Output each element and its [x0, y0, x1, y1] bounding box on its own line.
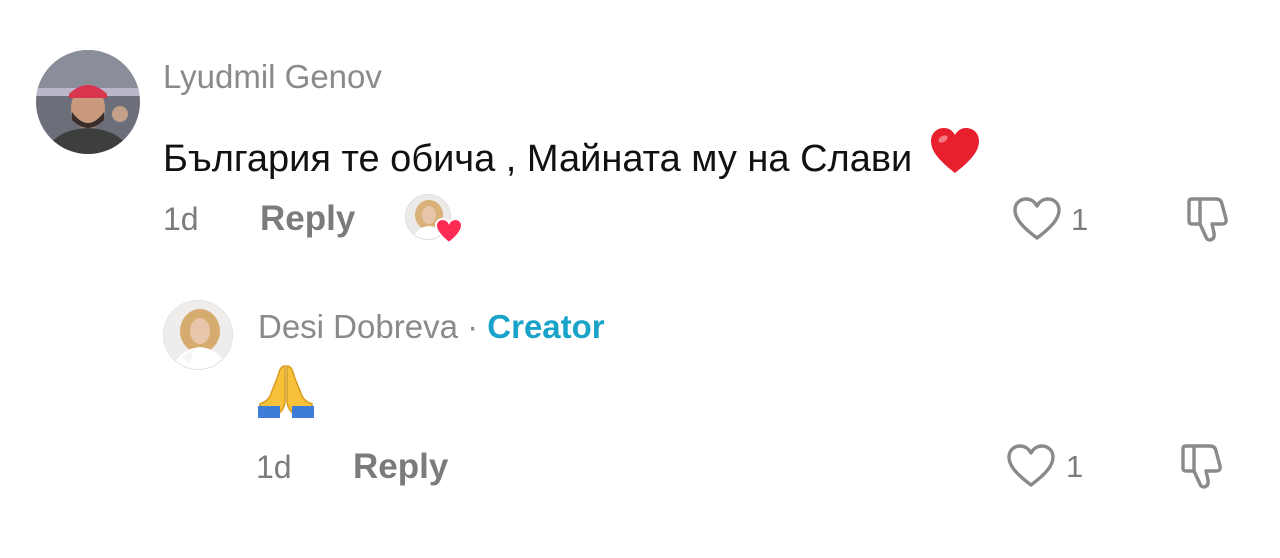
red-heart-emoji-icon: [929, 127, 981, 182]
comment-text-body: България те обича , Майната му на Слави: [163, 138, 913, 180]
reply-timestamp: 1d: [256, 449, 292, 485]
reply-button[interactable]: Reply: [353, 449, 448, 484]
separator-dot: ·: [467, 308, 479, 345]
avatar-desi-dobreva[interactable]: [163, 300, 233, 370]
like-heart-icon[interactable]: [1011, 196, 1063, 247]
reply-username[interactable]: Desi Dobreva: [258, 308, 458, 345]
reply-header: Desi Dobreva · Creator: [258, 310, 605, 343]
dislike-thumbs-down-icon[interactable]: [1178, 440, 1230, 497]
comment-text: България те обича , Майната му на Слави: [163, 127, 981, 182]
avatar-lyudmil-genov[interactable]: [36, 50, 140, 154]
heart-badge-icon: [434, 217, 464, 249]
creator-liked-badge: [405, 194, 465, 245]
like-count: 1: [1066, 449, 1084, 484]
like-heart-icon[interactable]: [1005, 443, 1057, 494]
comment-username[interactable]: Lyudmil Genov: [163, 60, 382, 93]
creator-badge: Creator: [487, 308, 605, 345]
like-count: 1: [1071, 202, 1089, 237]
dislike-thumbs-down-icon[interactable]: [1184, 193, 1236, 250]
praying-hands-emoji-icon: 🙏: [256, 362, 316, 423]
comment-timestamp: 1d: [163, 201, 199, 237]
reply-button[interactable]: Reply: [260, 201, 355, 236]
